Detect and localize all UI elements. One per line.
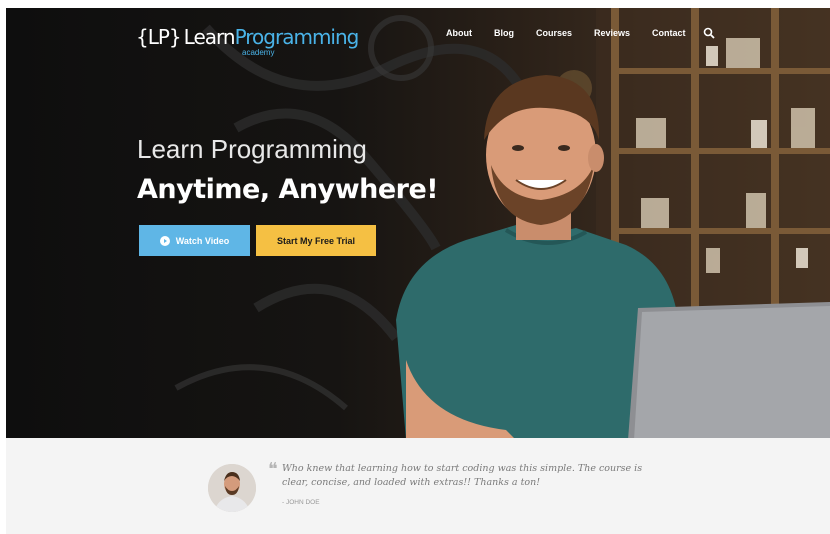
play-icon bbox=[159, 235, 170, 246]
watch-video-button[interactable]: Watch Video bbox=[139, 225, 250, 256]
logo-text-programming: Programming bbox=[234, 25, 360, 49]
laptop-image bbox=[628, 302, 830, 438]
free-trial-label: Start My Free Trial bbox=[276, 235, 356, 246]
logo-mark: {LP} bbox=[136, 25, 182, 49]
avatar bbox=[208, 464, 256, 512]
site-logo[interactable]: {LP} LearnProgramming academy bbox=[136, 24, 360, 57]
testimonial-section: ❝ Who knew that learning how to start co… bbox=[6, 438, 830, 534]
nav-item-courses[interactable]: Courses bbox=[536, 28, 572, 38]
hero-headline-line2: Anytime, Anywhere! bbox=[137, 174, 439, 205]
free-trial-button[interactable]: Start My Free Trial bbox=[256, 225, 376, 256]
nav-item-reviews[interactable]: Reviews bbox=[594, 28, 630, 38]
testimonial-quote: Who knew that learning how to start codi… bbox=[282, 463, 643, 488]
nav-item-blog[interactable]: Blog bbox=[494, 28, 514, 38]
top-nav: {LP} LearnProgramming academy About Blog… bbox=[6, 8, 830, 60]
quote-icon: ❝ bbox=[268, 459, 278, 480]
logo-wordmark: LearnProgramming bbox=[183, 24, 360, 50]
logo-text-learn: Learn bbox=[183, 25, 236, 49]
logo-sub: academy bbox=[242, 48, 275, 57]
testimonial-author: - JOHN DOE bbox=[282, 499, 320, 506]
hero-headline-line1: Learn Programming bbox=[137, 134, 367, 164]
hero-section: {LP} LearnProgramming academy About Blog… bbox=[6, 8, 830, 438]
nav-item-about[interactable]: About bbox=[446, 28, 472, 38]
avatar-photo bbox=[208, 464, 256, 512]
nav-item-contact[interactable]: Contact bbox=[652, 28, 686, 38]
page: {LP} LearnProgramming academy About Blog… bbox=[0, 0, 830, 534]
search-icon[interactable] bbox=[703, 27, 715, 39]
watch-video-label: Watch Video bbox=[175, 235, 230, 246]
nav-menu: About Blog Courses Reviews Contact bbox=[446, 28, 708, 38]
